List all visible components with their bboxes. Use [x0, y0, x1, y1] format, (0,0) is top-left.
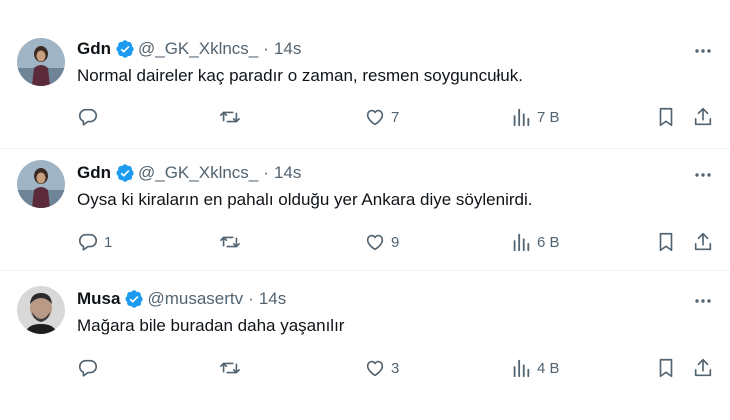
views-count: 4 B: [537, 359, 560, 377]
like-count: 9: [391, 233, 400, 251]
like-count: 7: [391, 108, 400, 126]
tweet-header: Gdn @_GK_Xklncs_ · 14s: [77, 162, 301, 184]
share-icon: [694, 358, 712, 377]
like-button[interactable]: 3: [364, 356, 399, 380]
author-handle[interactable]: @musasertv: [147, 289, 243, 309]
verified-badge-icon: [125, 290, 144, 308]
share-icon: [694, 107, 712, 126]
retweet-button[interactable]: [219, 356, 246, 380]
author-name[interactable]: Musa: [77, 289, 120, 309]
retweet-icon: [220, 111, 240, 123]
timestamp[interactable]: 14s: [274, 39, 301, 59]
more-icon[interactable]: [692, 290, 714, 312]
bookmark-button[interactable]: [655, 230, 677, 254]
retweet-icon: [220, 362, 240, 374]
bookmark-button[interactable]: [655, 105, 677, 129]
reply-count: 1: [104, 233, 113, 251]
views-icon: [513, 233, 530, 252]
separator-dot: ·: [248, 289, 254, 308]
tweet-header: Musa @musasertv · 14s: [77, 288, 286, 310]
share-button[interactable]: [692, 105, 714, 129]
timestamp[interactable]: 14s: [259, 289, 286, 309]
reply-button[interactable]: 1: [77, 230, 112, 254]
views-icon: [513, 359, 530, 378]
separator-dot: ·: [263, 39, 269, 58]
author-name[interactable]: Gdn: [77, 163, 111, 183]
like-button[interactable]: 9: [364, 230, 399, 254]
verified-badge-icon: [116, 164, 134, 182]
views-icon: [513, 108, 530, 127]
views-button[interactable]: 4 B: [510, 356, 560, 380]
bookmark-icon: [659, 107, 673, 127]
verified-badge-icon: [116, 40, 134, 58]
separator-dot: ·: [263, 163, 269, 182]
retweet-icon: [220, 236, 240, 248]
bookmark-button[interactable]: [655, 356, 677, 380]
tweet[interactable]: Gdn @_GK_Xklncs_ · 14s Oysa ki kiraların…: [0, 148, 730, 270]
views-count: 7 B: [537, 108, 560, 126]
tweet-text: Mağara bile buradan daha yaşanılır: [77, 316, 345, 335]
share-icon: [694, 232, 712, 251]
tweet-actions: 7 7 B: [77, 105, 716, 129]
share-button[interactable]: [692, 356, 714, 380]
timestamp[interactable]: 14s: [274, 163, 301, 183]
reply-icon: [78, 359, 98, 377]
more-icon[interactable]: [692, 40, 714, 62]
reply-icon: [78, 108, 98, 126]
retweet-button[interactable]: [219, 105, 246, 129]
views-button[interactable]: 7 B: [510, 105, 560, 129]
views-button[interactable]: 6 B: [510, 230, 560, 254]
avatar[interactable]: [17, 38, 65, 86]
like-icon: [366, 109, 384, 126]
like-icon: [366, 234, 384, 251]
tweet-actions: 3 4 B: [77, 356, 716, 380]
like-button[interactable]: 7: [364, 105, 399, 129]
views-count: 6 B: [537, 233, 560, 251]
share-button[interactable]: [692, 230, 714, 254]
author-handle[interactable]: @_GK_Xklncs_: [138, 163, 258, 183]
like-icon: [366, 360, 384, 377]
avatar[interactable]: [17, 160, 65, 208]
reply-button[interactable]: [77, 105, 104, 129]
tweet-actions: 1 9 6 B: [77, 230, 716, 254]
tweet[interactable]: Musa @musasertv · 14s Mağara bile burada…: [0, 270, 730, 420]
author-handle[interactable]: @_GK_Xklncs_: [138, 39, 258, 59]
tweet-text: Oysa ki kiraların en pahalı olduğu yer A…: [77, 190, 533, 209]
author-name[interactable]: Gdn: [77, 39, 111, 59]
reply-button[interactable]: [77, 356, 104, 380]
like-count: 3: [391, 359, 400, 377]
bookmark-icon: [659, 232, 673, 252]
reply-icon: [78, 233, 98, 251]
tweet-text: Normal daireler kaç paradır o zaman, res…: [77, 66, 523, 85]
bookmark-icon: [659, 358, 673, 378]
tweet-header: Gdn @_GK_Xklncs_ · 14s: [77, 38, 301, 60]
tweet[interactable]: Gdn @_GK_Xklncs_ · 14s Normal daireler k…: [0, 18, 730, 148]
retweet-button[interactable]: [219, 230, 246, 254]
avatar[interactable]: [17, 286, 65, 334]
more-icon[interactable]: [692, 164, 714, 186]
